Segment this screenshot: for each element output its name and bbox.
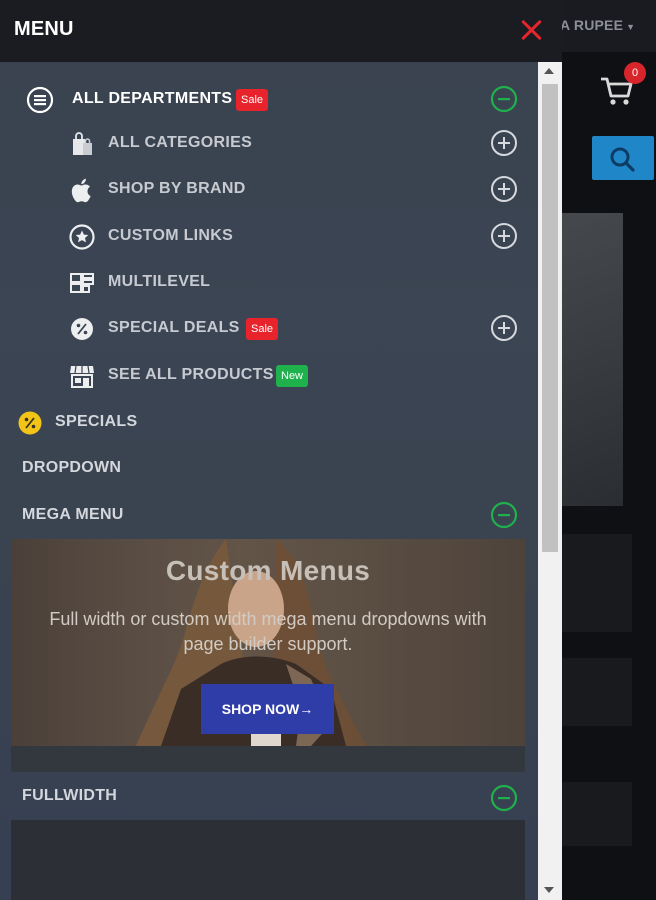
menu-item-all-categories[interactable]: ALL CATEGORIES [0, 125, 537, 161]
menu-item-dropdown[interactable]: DROPDOWN [0, 450, 537, 486]
content-block [562, 782, 632, 846]
scrollbar-thumb[interactable] [542, 84, 558, 552]
search-icon [610, 147, 635, 172]
list-circle-icon [26, 86, 54, 114]
plus-circle-icon[interactable] [490, 175, 518, 203]
menu-item-custom-links[interactable]: CUSTOM LINKS [0, 218, 537, 254]
menu-item-label: CUSTOM LINKS [108, 227, 234, 244]
currency-selector[interactable]: A RUPEE ▼ [560, 17, 635, 33]
shop-now-button[interactable]: SHOP NOW→ [201, 684, 334, 734]
menu-item-label: MULTILEVEL [108, 273, 211, 290]
menu-item-fullwidth[interactable]: FULLWIDTH [0, 778, 537, 814]
fullwidth-panel [11, 820, 525, 900]
menu-item-label: SEE ALL PRODUCTS [108, 366, 274, 383]
percent-circle-icon [18, 411, 42, 435]
menu-item-label: ALL DEPARTMENTS [72, 90, 233, 107]
banner-description: Full width or custom width mega menu dro… [49, 609, 487, 654]
caret-down-icon: ▼ [626, 22, 636, 32]
menu-item-see-all-products[interactable]: SEE ALL PRODUCTS New [0, 357, 537, 393]
menu-item-label: DROPDOWN [22, 459, 122, 476]
content-block [562, 658, 632, 726]
cart-count-badge: 0 [624, 62, 646, 84]
menu-drawer: MENU ALL DEPARTMENTS Sale ALL CATEGORIES [0, 0, 562, 900]
shopping-bag-icon [73, 132, 92, 155]
store-icon [70, 365, 94, 388]
banner-title: Custom Menus [165, 555, 371, 586]
menu-item-label: MEGA MENU [22, 506, 124, 523]
menu-item-special-deals[interactable]: SPECIAL DEALS Sale [0, 310, 537, 346]
minus-circle-icon[interactable] [490, 85, 518, 113]
currency-label: A RUPEE [560, 17, 624, 33]
hero-image [562, 213, 623, 506]
new-badge: New [276, 365, 309, 387]
search-button[interactable] [592, 136, 654, 180]
drawer-header: MENU [0, 0, 562, 62]
plus-circle-icon[interactable] [490, 129, 518, 157]
menu-item-specials[interactable]: SPECIALS [0, 404, 537, 440]
apple-icon [71, 178, 91, 203]
grid-layout-icon [70, 273, 94, 293]
menu-item-all-departments[interactable]: ALL DEPARTMENTS Sale [0, 81, 537, 117]
percent-badge-icon [71, 318, 93, 340]
menu-item-label: SPECIAL DEALS [108, 319, 240, 336]
scroll-up-arrow-icon[interactable] [544, 68, 554, 74]
sale-badge: Sale [236, 89, 269, 111]
menu-item-label: SHOP BY BRAND [108, 180, 246, 197]
star-circle-icon [69, 224, 95, 250]
banner-strip [11, 746, 525, 772]
sale-badge: Sale [246, 318, 279, 340]
menu-item-label: FULLWIDTH [22, 787, 118, 804]
menu-item-label: ALL CATEGORIES [108, 134, 253, 151]
minus-circle-icon[interactable] [490, 784, 518, 812]
menu-item-multilevel[interactable]: MULTILEVEL [0, 264, 537, 300]
drawer-title: MENU [14, 18, 74, 40]
plus-circle-icon[interactable] [490, 222, 518, 250]
plus-circle-icon[interactable] [490, 314, 518, 342]
scroll-down-arrow-icon[interactable] [544, 887, 554, 893]
minus-circle-icon[interactable] [490, 501, 518, 529]
menu-item-mega-menu[interactable]: MEGA MENU [0, 497, 537, 533]
close-icon[interactable] [520, 19, 542, 41]
mega-menu-banner: Custom Menus Full width or custom width … [11, 539, 525, 746]
menu-item-shop-by-brand[interactable]: SHOP BY BRAND [0, 171, 537, 207]
menu-item-label: SPECIALS [55, 413, 138, 430]
content-block [562, 534, 632, 632]
